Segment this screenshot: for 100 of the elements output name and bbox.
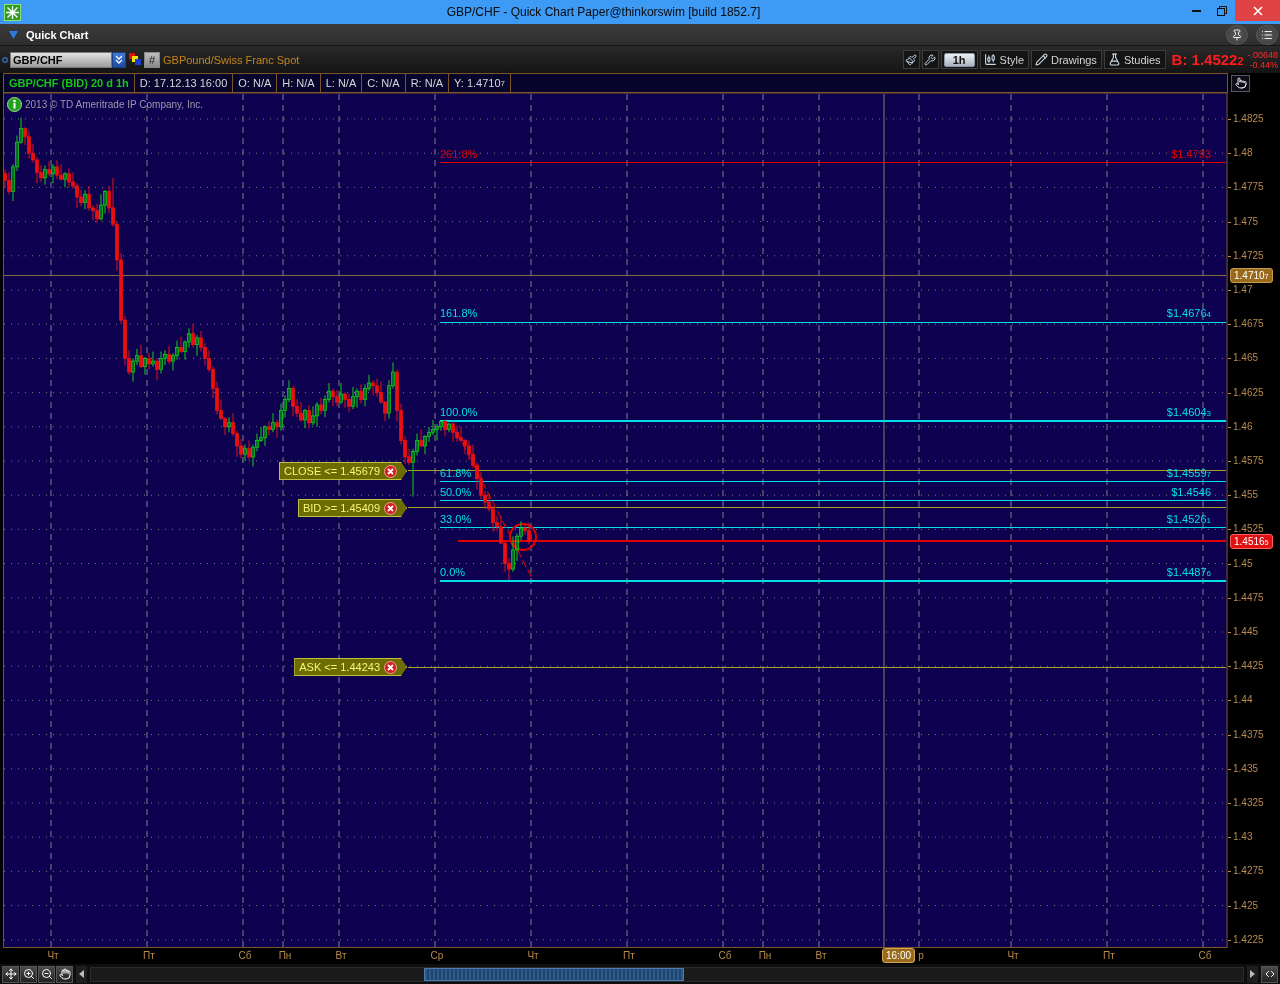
- left-right-arrows-icon: [1263, 968, 1276, 980]
- pencil-icon: [1035, 53, 1048, 66]
- price-axis-label: 1.4525: [1228, 523, 1264, 536]
- bid-price: B: 1.45222: [1171, 51, 1244, 68]
- price-axis-label: 1.45: [1228, 557, 1253, 570]
- copyright-text: 2013 © TD Ameritrade IP Company, Inc.: [25, 99, 203, 110]
- price-axis-label: 1.4625: [1228, 386, 1264, 399]
- info-field: L: N/A: [320, 74, 363, 92]
- collapse-triangle-icon[interactable]: [9, 30, 18, 39]
- candlestick-icon: [983, 53, 997, 66]
- app-logo-icon: [3, 3, 21, 21]
- price-axis-label: 1.46: [1228, 420, 1253, 433]
- fit-button[interactable]: [1261, 965, 1278, 983]
- pan-button[interactable]: [56, 965, 73, 983]
- fib-percent-label: 261.8%: [440, 148, 478, 160]
- scroll-left-button[interactable]: [76, 965, 87, 983]
- time-axis-label: Сб: [238, 950, 252, 962]
- toolbar-button[interactable]: Style: [979, 50, 1029, 69]
- order-label: ASK <= 1.44243: [299, 661, 380, 673]
- time-axis-label: Чт: [47, 950, 59, 962]
- linking-squares-icon[interactable]: [129, 53, 142, 66]
- pin-button[interactable]: [1226, 24, 1248, 45]
- fib-price-label: $1.46043: [1166, 406, 1211, 418]
- price-axis-label: 1.475: [1228, 215, 1259, 228]
- time-badge: 16:00: [882, 948, 916, 963]
- price-axis-label: 1.4725: [1228, 249, 1264, 262]
- price-axis-label: 1.4225: [1228, 933, 1264, 946]
- order-tag[interactable]: CLOSE <= 1.45679: [279, 462, 407, 480]
- scrollbar-thumb[interactable]: [424, 967, 684, 981]
- settings-button[interactable]: [921, 50, 939, 69]
- left-triangle-icon: [79, 970, 84, 978]
- aggregation-button[interactable]: 1h: [943, 52, 975, 67]
- fib-price-label: $1.4793: [1171, 148, 1211, 160]
- time-axis-label: Сб: [718, 950, 732, 962]
- price-axis-label: 1.465: [1228, 352, 1259, 365]
- time-axis-label: Пн: [278, 950, 292, 962]
- restore-icon: [1217, 5, 1227, 16]
- window-title: GBP/CHF - Quick Chart Paper@thinkorswim [build 1852.7]: [445, 5, 762, 19]
- info-field: C: N/A: [362, 74, 406, 92]
- close-icon: [1252, 5, 1263, 16]
- pointer-mode-button[interactable]: [1231, 74, 1250, 92]
- fib-price-label: $1.45261: [1166, 513, 1211, 525]
- scroll-right-button[interactable]: [1247, 965, 1258, 983]
- fib-percent-label: 50.0%: [440, 486, 472, 498]
- price-axis-label: 1.4475: [1228, 591, 1264, 604]
- fib-percent-label: 161.8%: [440, 307, 478, 319]
- close-icon[interactable]: [384, 464, 397, 478]
- order-label: CLOSE <= 1.45679: [284, 465, 380, 477]
- price-axis-label: 1.4275: [1228, 865, 1264, 878]
- price-axis-label: 1.4425: [1228, 660, 1264, 673]
- time-axis-label: Вт: [815, 950, 827, 962]
- net-change: -.00648: [1247, 49, 1278, 60]
- time-axis-label: Ср: [430, 950, 444, 962]
- info-field: O: N/A: [233, 74, 278, 92]
- price-axis-label: 1.445: [1228, 626, 1259, 638]
- info-field: D: 17.12.13 16:00: [134, 74, 234, 92]
- order-tag[interactable]: ASK <= 1.44243: [294, 658, 407, 676]
- menu-button[interactable]: [1256, 24, 1278, 45]
- symbol-field[interactable]: GBP/CHF: [10, 51, 112, 68]
- info-field: R: N/A: [405, 74, 450, 92]
- double-chevron-icon: [115, 54, 123, 65]
- pin-icon: [1231, 28, 1243, 41]
- close-icon[interactable]: [384, 660, 397, 674]
- zoom-out-button[interactable]: [38, 965, 55, 983]
- fib-percent-label: 100.0%: [440, 406, 478, 418]
- info-field: H: N/A: [277, 74, 321, 92]
- dropdown-button[interactable]: [112, 51, 126, 68]
- fib-price-label: $1.4546: [1171, 486, 1211, 498]
- ring-icon: [2, 56, 8, 63]
- close-icon[interactable]: [384, 501, 397, 515]
- info-icon[interactable]: [7, 97, 22, 112]
- percent-change: -0.44%: [1249, 59, 1278, 70]
- order-tag[interactable]: BID >= 1.45409: [297, 499, 407, 517]
- fib-percent-label: 0.0%: [440, 566, 466, 578]
- pointer-icon: [1234, 77, 1247, 89]
- time-axis-label: Чт: [1007, 950, 1019, 962]
- toolbar-button[interactable]: Drawings: [1031, 50, 1102, 69]
- time-axis-label: Пт: [143, 950, 155, 962]
- wrench-icon: [924, 53, 937, 66]
- price-axis-label: 1.4575: [1228, 455, 1264, 467]
- crosshair-button[interactable]: [2, 965, 19, 983]
- menu-icon: [1261, 28, 1273, 41]
- price-axis-label: 1.43: [1228, 831, 1253, 844]
- panel-title: Quick Chart: [26, 28, 89, 41]
- zoom-in-button[interactable]: [20, 965, 37, 983]
- price-axis-label: 1.435: [1228, 762, 1259, 775]
- price-axis-label: 1.4825: [1228, 113, 1264, 125]
- toolbar-button[interactable]: Studies: [1103, 50, 1166, 69]
- zoom-out-icon: [40, 968, 53, 980]
- hash-button[interactable]: #: [144, 51, 160, 68]
- brush-icon: [905, 53, 918, 66]
- price-axis-label: 1.47: [1228, 284, 1253, 296]
- time-axis-label: Пт: [623, 950, 635, 962]
- price-axis-label: 1.4325: [1228, 797, 1264, 809]
- price-axis-label: 1.425: [1228, 899, 1259, 912]
- drawing-tool-button[interactable]: [902, 50, 920, 69]
- right-triangle-icon: [1250, 970, 1255, 978]
- time-axis-label: р: [918, 950, 924, 962]
- circle-annotation: [509, 523, 537, 551]
- price-axis-label: 1.48: [1228, 147, 1253, 160]
